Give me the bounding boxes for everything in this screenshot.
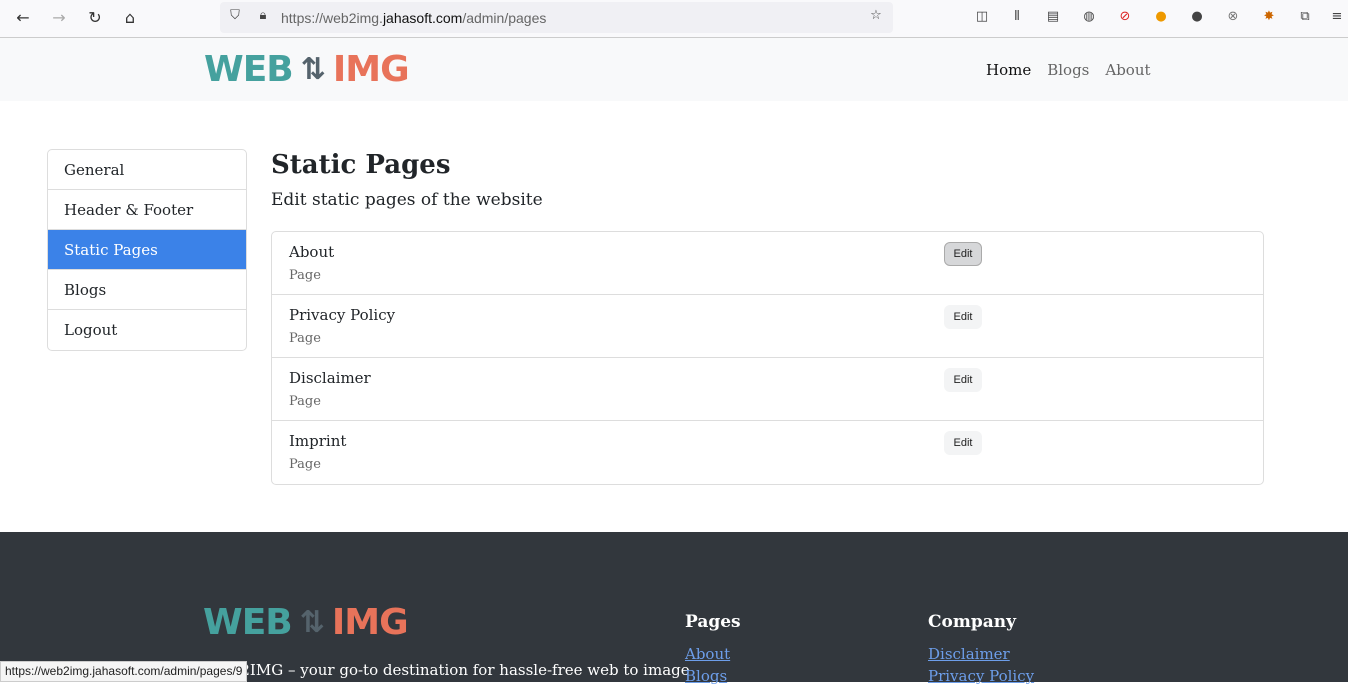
page-name: Disclaimer: [289, 369, 371, 387]
sidebar-icon[interactable]: ▤: [1044, 9, 1062, 27]
page-type: Page: [289, 457, 321, 472]
page-name: Privacy Policy: [289, 306, 396, 324]
extension-bug-icon[interactable]: ✸: [1260, 9, 1278, 27]
sidebar-item-general[interactable]: General: [48, 150, 246, 190]
reload-icon[interactable]: ↻: [84, 8, 106, 27]
page-title: Static Pages: [271, 150, 451, 180]
edit-button[interactable]: Edit: [944, 242, 982, 266]
back-icon[interactable]: ←: [12, 8, 34, 27]
page-type: Page: [289, 268, 321, 283]
page-name: About: [289, 243, 335, 261]
library-icon[interactable]: ⫴: [1008, 9, 1026, 27]
footer-link-blogs[interactable]: Blogs: [685, 667, 727, 685]
sidebar-item-logout[interactable]: Logout: [48, 310, 246, 350]
list-item: Disclaimer Page Edit: [272, 358, 1263, 421]
page-subtitle: Edit static pages of the website: [271, 190, 543, 210]
sidebar-item-blogs[interactable]: Blogs: [48, 270, 246, 310]
lock-icon: 🔒︎: [259, 8, 267, 23]
globe-icon[interactable]: ◍: [1080, 9, 1098, 27]
list-item: Imprint Page Edit: [272, 421, 1263, 484]
page-name: Imprint: [289, 432, 347, 450]
footer-pages-heading: Pages: [685, 612, 741, 632]
url-bar[interactable]: ⛉ 🔒︎ https://web2img.jahasoft.com/admin/…: [220, 2, 893, 33]
footer-link-privacy[interactable]: Privacy Policy: [928, 667, 1034, 685]
nav-about[interactable]: About: [1105, 61, 1150, 79]
menu-icon[interactable]: ≡: [1328, 9, 1346, 27]
footer-link-about[interactable]: About: [685, 645, 730, 663]
extension-icon[interactable]: ●: [1152, 9, 1170, 27]
site-logo[interactable]: WEB ⇅ IMG: [204, 49, 410, 90]
page-type: Page: [289, 394, 321, 409]
status-bar-url: https://web2img.jahasoft.com/admin/pages…: [0, 661, 248, 682]
list-item: About Page Edit: [272, 232, 1263, 295]
bookmark-star-icon[interactable]: ☆: [867, 8, 885, 26]
list-item: Privacy Policy Page Edit: [272, 295, 1263, 358]
extensions-icon[interactable]: ⧉: [1296, 9, 1314, 27]
footer-logo: WEB ⇅ IMG: [203, 602, 409, 643]
admin-sidebar: General Header & Footer Static Pages Blo…: [47, 149, 247, 351]
pocket-icon[interactable]: ◫: [973, 9, 991, 27]
site-navbar: WEB ⇅ IMG Home Blogs About: [0, 38, 1348, 101]
footer-description: WEB2IMG – your go-to destination for has…: [203, 661, 690, 679]
sidebar-item-header-footer[interactable]: Header & Footer: [48, 190, 246, 230]
edit-button[interactable]: Edit: [944, 368, 982, 392]
browser-toolbar: ← → ↻ ⌂ ⛉ 🔒︎ https://web2img.jahasoft.co…: [0, 0, 1348, 38]
home-icon[interactable]: ⌂: [119, 8, 141, 27]
close-circle-icon[interactable]: ⊗: [1224, 9, 1242, 27]
nav-blogs[interactable]: Blogs: [1047, 61, 1089, 79]
edit-button[interactable]: Edit: [944, 431, 982, 455]
forward-icon[interactable]: →: [48, 8, 70, 27]
shield-icon[interactable]: ⛉: [226, 8, 244, 26]
sidebar-item-static-pages[interactable]: Static Pages: [48, 230, 246, 270]
blocker-icon[interactable]: ⊘: [1116, 9, 1134, 27]
pages-list: About Page Edit Privacy Policy Page Edit…: [271, 231, 1264, 485]
footer-link-disclaimer[interactable]: Disclaimer: [928, 645, 1010, 663]
page-type: Page: [289, 331, 321, 346]
nav-home[interactable]: Home: [986, 61, 1031, 79]
footer-company-heading: Company: [928, 612, 1016, 632]
site-footer: WEB ⇅ IMG WEB2IMG – your go-to destination…: [0, 532, 1348, 685]
edit-button[interactable]: Edit: [944, 305, 982, 329]
account-icon[interactable]: ●: [1188, 9, 1206, 27]
